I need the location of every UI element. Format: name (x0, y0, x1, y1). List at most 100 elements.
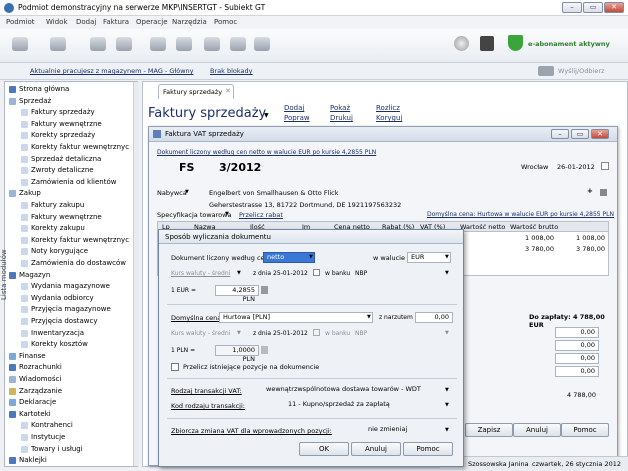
invoice-minimize-button[interactable]: – (551, 129, 569, 139)
warehouse-link[interactable]: Aktualnie pracujesz z magazynem - MAG - … (30, 67, 194, 75)
stamp-icon[interactable] (230, 37, 246, 51)
recalc-checkbox-label[interactable]: Przelicz istniejące pozycje na dokumenci… (183, 363, 319, 371)
recalc-checkbox[interactable] (171, 363, 179, 371)
cancel-button[interactable]: Anuluj (351, 442, 401, 456)
spec-label[interactable]: Specyfikacja towarowa (157, 211, 231, 219)
chevron-down-icon[interactable]: ▼ (309, 254, 313, 260)
add-button[interactable]: Dodaj (284, 104, 304, 112)
sidebar-item[interactable]: Magazyn (5, 270, 129, 281)
sidebar-item[interactable]: Przyjęcia dostawcy (5, 316, 129, 327)
doc-price-select[interactable]: netto (263, 252, 315, 263)
invoice-help-button[interactable]: Pomoc (561, 423, 609, 437)
tab-faktury-sprzedazy[interactable]: Faktury sprzedaży ✕ (158, 84, 234, 99)
close-tab-icon[interactable]: ✕ (225, 87, 231, 95)
currency-note[interactable]: Dokument liczony według cen netto w walu… (157, 149, 376, 156)
sidebar-item[interactable]: Faktury wewnętrzne (5, 212, 129, 223)
sidebar-item[interactable]: Wydania magazynowe (5, 281, 129, 292)
default-price-link[interactable]: Domyślna cena: Hurtowa w walucie EUR po … (427, 211, 614, 218)
payment-field[interactable]: 0,00 (555, 366, 599, 377)
chevron-down-icon[interactable]: ▼ (445, 402, 449, 408)
ok-button[interactable]: OK (299, 442, 349, 456)
print-button[interactable]: Drukuj (330, 114, 353, 122)
calendar-icon[interactable] (313, 269, 320, 276)
sidebar-item[interactable]: Faktury wewnętrzne (5, 119, 129, 130)
menu-item[interactable]: Podmiot (6, 18, 35, 26)
sidebar-item[interactable]: Kontrahenci (5, 420, 129, 431)
sidebar-item[interactable]: Zamówienia od klientów (5, 177, 129, 188)
menu-item[interactable]: Faktura (103, 18, 129, 26)
sidebar-item[interactable]: Faktury zakupu (5, 200, 129, 211)
chevron-down-icon[interactable]: ▼ (237, 270, 241, 276)
back-icon[interactable] (12, 37, 28, 51)
invoice-cancel-button[interactable]: Anuluj (513, 423, 561, 437)
document-icon[interactable] (90, 37, 106, 51)
buyer-edit-icon[interactable] (600, 189, 607, 196)
calendar-icon[interactable] (601, 162, 609, 170)
scissors-icon[interactable] (150, 37, 166, 51)
help-button[interactable]: Pomoc (403, 442, 453, 456)
sidebar-item[interactable]: Kartoteki (5, 409, 129, 420)
close-button[interactable]: ✕ (604, 2, 624, 13)
tag-icon[interactable] (116, 37, 132, 51)
payment-field[interactable]: 0,00 (555, 340, 599, 351)
sidebar-item[interactable]: Naklejki (5, 455, 129, 466)
invoice-close-button[interactable]: ✕ (591, 129, 609, 139)
sidebar-item[interactable]: Zwroty detaliczne (5, 165, 129, 176)
rate-date-value[interactable]: 25-01-2012 (273, 270, 308, 277)
menu-item[interactable]: Operacje (136, 18, 168, 26)
menu-item[interactable]: Dodaj (76, 18, 96, 26)
sidebar-item[interactable]: Korekty kosztów (5, 339, 129, 350)
invoice-maximize-button[interactable]: ▭ (571, 129, 589, 139)
heading-dropdown-icon[interactable]: ▼ (264, 112, 269, 119)
payment-field[interactable]: 0,00 (555, 327, 599, 338)
rate-line-field[interactable]: 4,2855 PLN (215, 285, 259, 303)
sidebar-item[interactable]: Instytucje (5, 432, 129, 443)
chevron-down-icon[interactable]: ▼ (445, 270, 449, 276)
sidebar-item[interactable]: Finanse (5, 351, 129, 362)
save-button[interactable]: Zapisz (465, 423, 513, 437)
sidebar-item[interactable]: Sprzedaż (5, 96, 129, 107)
buyer-label[interactable]: Nabywca (157, 189, 187, 197)
sidebar-item[interactable]: Sprzedaż detaliczna (5, 154, 129, 165)
menu-item[interactable]: Narzędzia (172, 18, 207, 26)
sidebar-item[interactable]: Wiadomości (5, 374, 129, 385)
recalc-discount-link[interactable]: Przelicz rabat (239, 211, 283, 219)
menu-item[interactable]: Pomoc (214, 18, 237, 26)
trans-code-select[interactable]: 11 - Kupno/sprzedaż za zapłatą (255, 400, 455, 411)
column-header[interactable]: Wartość brutto (510, 223, 558, 231)
sidebar-item[interactable]: Noty korygujące (5, 246, 129, 257)
chevron-down-icon[interactable]: ▼ (445, 427, 449, 433)
edit-button[interactable]: Popraw (284, 114, 310, 122)
rate-type-select[interactable]: Kurs waluty - średni (171, 270, 230, 277)
sidebar-item[interactable]: Strona główna (5, 84, 129, 95)
sidebar-item[interactable]: Korekty faktur wewnętrznych (5, 235, 129, 246)
settle-button[interactable]: Rozlicz (376, 104, 400, 112)
sidebar-item[interactable]: Korekty sprzedaży (5, 130, 129, 141)
send-receive-button[interactable]: Wyślij/Odbierz (558, 67, 604, 75)
correct-button[interactable]: Koryguj (376, 114, 402, 122)
sidebar-item[interactable]: Inwentaryzacja (5, 328, 129, 339)
forward-icon[interactable] (50, 37, 66, 51)
chevron-down-icon[interactable]: ▼ (445, 387, 449, 393)
bulk-vat-select[interactable]: nie zmieniaj (355, 425, 455, 436)
markup-field[interactable]: 0,00 (415, 312, 453, 323)
payment-field[interactable]: 0,00 (555, 353, 599, 364)
sidebar-item[interactable]: Zakup (5, 188, 129, 199)
locks-link[interactable]: Brak blokady (210, 67, 252, 75)
add-buyer-icon[interactable]: + (587, 187, 593, 195)
chevron-down-icon[interactable]: ▼ (367, 314, 371, 320)
sidebar-item[interactable]: Zamówienia do dostawców (5, 258, 129, 269)
spec-dropdown-icon[interactable]: ▼ (225, 211, 229, 217)
sidebar-item[interactable]: Korekty faktur wewnętrznych (5, 142, 129, 153)
module-list-tab[interactable]: Lista modułów (0, 220, 8, 300)
sidebar-item[interactable]: Przyjęcia magazynowe (5, 304, 129, 315)
buyer-dropdown-icon[interactable]: ▼ (185, 189, 189, 195)
box-icon[interactable] (480, 36, 494, 51)
calculator-icon[interactable] (204, 37, 220, 51)
vat-type-select[interactable]: wewnątrzwspólnotowa dostawa towarów - WD… (255, 385, 455, 396)
sidebar-item[interactable]: Rozrachunki (5, 362, 129, 373)
show-button[interactable]: Pokaż (330, 104, 350, 112)
menu-item[interactable]: Widok (46, 18, 68, 26)
calculator-icon[interactable] (261, 286, 268, 294)
sidebar-item[interactable]: Korekty zakupu (5, 223, 129, 234)
